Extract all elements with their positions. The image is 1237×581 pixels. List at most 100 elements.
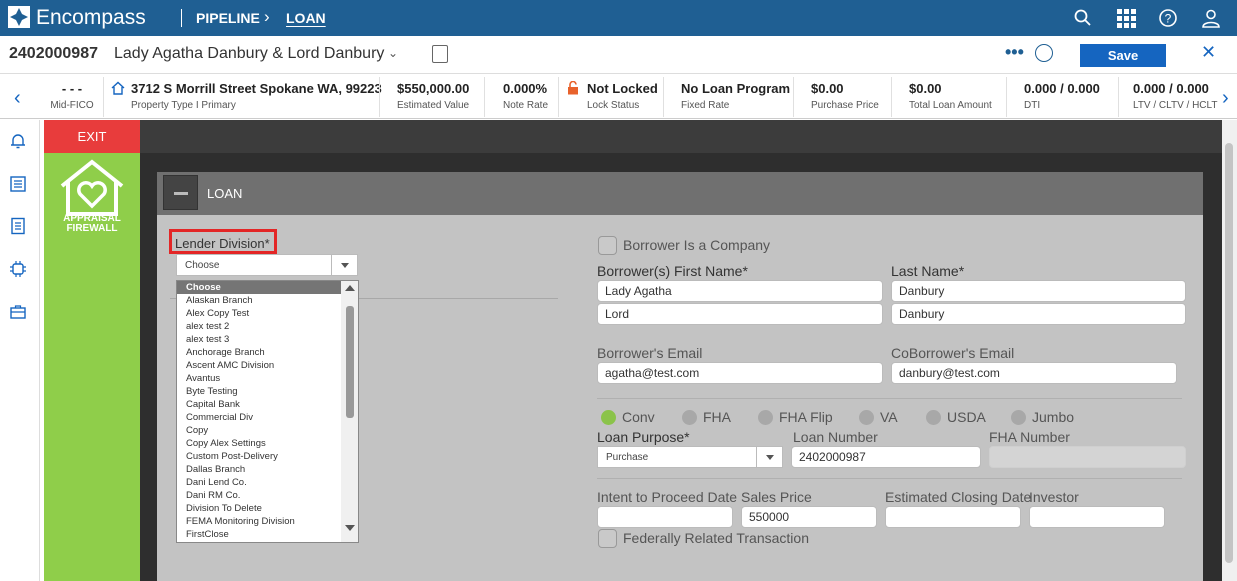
first-name-field-2[interactable]: Lord: [597, 303, 883, 325]
info-ltv: 0.000 / 0.000 LTV / CLTV / HCLT: [1133, 81, 1218, 111]
sales-price-label: Sales Price: [741, 489, 812, 505]
dropdown-option[interactable]: Capital Bank: [177, 398, 358, 411]
loan-number-field[interactable]: 2402000987: [791, 446, 981, 468]
sales-price-field[interactable]: 550000: [741, 506, 877, 528]
first-name-label: Borrower(s) First Name*: [597, 263, 748, 279]
dropdown-option[interactable]: Ascent AMC Division: [177, 359, 358, 372]
info-loan-program: No Loan Program Fixed Rate: [681, 81, 791, 111]
breadcrumb-pipeline[interactable]: PIPELINE: [196, 10, 260, 26]
briefcase-icon[interactable]: [9, 303, 27, 321]
borrower-is-company-checkbox[interactable]: [598, 236, 617, 255]
document-icon[interactable]: [9, 217, 27, 235]
radio-fha-label: FHA: [703, 409, 731, 425]
scroll-up-icon: [345, 285, 355, 291]
last-name-field-2[interactable]: Danbury: [891, 303, 1186, 325]
collapse-button[interactable]: [163, 175, 198, 210]
borrower-is-company-label: Borrower Is a Company: [623, 237, 771, 253]
info-mid-fico: - - - Mid-FICO: [50, 81, 94, 111]
brand-name: Encompass: [36, 6, 146, 29]
last-name-field-1[interactable]: Danbury: [891, 280, 1186, 302]
intent-to-proceed-field[interactable]: [597, 506, 733, 528]
radio-conv[interactable]: [601, 410, 616, 425]
dropdown-option[interactable]: Alaskan Branch: [177, 294, 358, 307]
contact-card-icon[interactable]: [432, 45, 448, 63]
page-scrollbar-thumb[interactable]: [1225, 143, 1233, 563]
chip-icon[interactable]: [9, 260, 27, 278]
radio-fha[interactable]: [682, 410, 697, 425]
intent-to-proceed-label: Intent to Proceed Date: [597, 489, 738, 505]
save-button[interactable]: Save: [1080, 44, 1166, 67]
loan-panel-header: [157, 172, 1203, 215]
info-purchase-price: $0.00 Purchase Price: [811, 81, 879, 111]
dropdown-option[interactable]: Custom Post-Delivery: [177, 450, 358, 463]
closing-date-field[interactable]: [885, 506, 1021, 528]
dropdown-option[interactable]: Division To Delete: [177, 502, 358, 515]
scroll-down-icon: [345, 525, 355, 531]
dropdown-option[interactable]: Choose: [177, 281, 358, 294]
dropdown-option[interactable]: Dallas Branch: [177, 463, 358, 476]
dropdown-option[interactable]: Copy Alex Settings: [177, 437, 358, 450]
loan-info-bar: ‹ - - - Mid-FICO 3712 S Morrill Street Sp…: [0, 75, 1237, 119]
dropdown-option[interactable]: Anchorage Branch: [177, 346, 358, 359]
lender-division-select[interactable]: Choose: [176, 254, 358, 276]
federally-related-label: Federally Related Transaction: [623, 530, 809, 546]
radio-va-label: VA: [880, 409, 898, 425]
breadcrumb-loan[interactable]: LOAN: [286, 10, 326, 26]
dropdown-option[interactable]: Dani RM Co.: [177, 489, 358, 502]
dropdown-option[interactable]: alex test 3: [177, 333, 358, 346]
bell-icon[interactable]: [9, 132, 27, 150]
apps-grid-icon[interactable]: [1116, 8, 1136, 28]
dropdown-option[interactable]: Avantus: [177, 372, 358, 385]
dropdown-option[interactable]: Dani Lend Co.: [177, 476, 358, 489]
chevron-right-icon[interactable]: ›: [1222, 87, 1229, 110]
fha-number-field: [989, 446, 1186, 468]
dropdown-option[interactable]: FEMA Monitoring Division: [177, 515, 358, 528]
last-name-label: Last Name*: [891, 263, 965, 279]
loan-number-label: Loan Number: [793, 429, 878, 445]
search-icon[interactable]: [1073, 8, 1093, 28]
radio-fha-flip[interactable]: [758, 410, 773, 425]
radio-va[interactable]: [859, 410, 874, 425]
dropdown-scrollbar[interactable]: [341, 281, 358, 542]
lender-division-dropdown-list[interactable]: Choose Alaskan Branch Alex Copy Test alex t…: [176, 280, 359, 543]
list-icon[interactable]: [9, 175, 27, 193]
dropdown-option[interactable]: Copy: [177, 424, 358, 437]
help-icon[interactable]: ?: [1158, 8, 1178, 28]
info-dti: 0.000 / 0.000 DTI: [1024, 81, 1100, 111]
dropdown-option[interactable]: Commercial Div: [177, 411, 358, 424]
more-options-icon[interactable]: •••: [1005, 42, 1024, 63]
radio-jumbo-label: Jumbo: [1032, 409, 1075, 425]
radio-usda[interactable]: [926, 410, 941, 425]
exit-button[interactable]: EXIT: [44, 120, 140, 153]
highlight-box: [169, 229, 277, 254]
dropdown-option[interactable]: Alex Copy Test: [177, 307, 358, 320]
dropdown-option[interactable]: FirstClose: [177, 528, 358, 541]
fha-number-label: FHA Number: [989, 429, 1070, 445]
divider: [181, 9, 182, 27]
chevron-down-icon[interactable]: ⌄: [388, 46, 398, 60]
borrower-email-field[interactable]: agatha@test.com: [597, 362, 883, 384]
info-estimated-value: $550,000.00 Estimated Value: [397, 81, 470, 111]
chevron-left-icon[interactable]: ‹: [14, 87, 21, 110]
encompass-logo-icon: [8, 6, 30, 28]
info-lock-status: Not Locked Lock Status: [587, 81, 658, 111]
radio-conv-label: Conv: [622, 409, 655, 425]
chevron-right-icon: ›: [264, 7, 270, 26]
borrower-email-label: Borrower's Email: [597, 345, 703, 361]
user-icon[interactable]: [1201, 8, 1221, 28]
home-icon: [111, 81, 125, 95]
dropdown-option[interactable]: Byte Testing: [177, 385, 358, 398]
appraisal-firewall-logo-icon: [60, 159, 124, 216]
radio-jumbo[interactable]: [1011, 410, 1026, 425]
investor-field[interactable]: [1029, 506, 1165, 528]
first-name-field-1[interactable]: Lady Agatha: [597, 280, 883, 302]
coborrower-email-field[interactable]: danbury@test.com: [891, 362, 1177, 384]
loan-purpose-label: Loan Purpose*: [597, 429, 690, 445]
close-icon[interactable]: ✕: [1201, 42, 1216, 63]
loan-purpose-select[interactable]: Purchase: [597, 446, 783, 468]
borrower-name: Lady Agatha Danbury & Lord Danbury: [114, 45, 385, 62]
history-clock-icon[interactable]: [1035, 44, 1053, 62]
dropdown-option[interactable]: alex test 2: [177, 320, 358, 333]
federally-related-checkbox[interactable]: [598, 529, 617, 548]
investor-label: Investor: [1029, 489, 1079, 505]
